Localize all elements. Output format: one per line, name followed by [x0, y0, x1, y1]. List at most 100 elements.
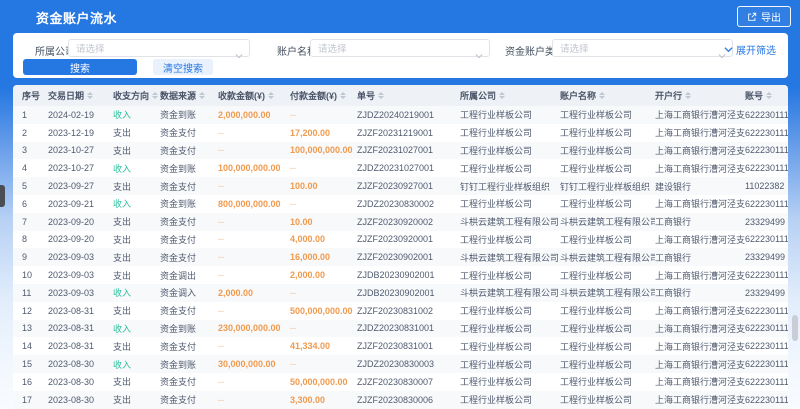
cell-company: 工程行业样板公司	[460, 340, 560, 353]
sort-icon[interactable]	[378, 92, 384, 99]
cell-account-no: 622230111	[745, 323, 788, 333]
cell-payment: 100,000,000.00	[290, 145, 357, 155]
cell-index: 17	[22, 395, 48, 405]
cell-account-name: 工程行业样板公司	[560, 197, 655, 210]
cell-index: 13	[22, 323, 48, 333]
table-row: 122023-08-31支出资金支付--500,000,000.00ZJZF20…	[13, 302, 788, 320]
export-icon	[747, 12, 757, 22]
table-row: 42023-10-27收入资金到账100,000,000.00--ZJDZ202…	[13, 159, 788, 177]
cell-direction: 支出	[113, 144, 160, 157]
sort-icon[interactable]	[268, 92, 274, 99]
cell-account-name: 工程行业样板公司	[560, 340, 655, 353]
cell-date: 2023-09-03	[48, 252, 113, 262]
cell-index: 15	[22, 359, 48, 369]
cell-index: 16	[22, 377, 48, 387]
cell-payment: --	[290, 323, 357, 333]
cell-company: 斗栱云建筑工程有限公司	[460, 215, 560, 228]
expand-filters-link[interactable]: 展开筛选	[724, 42, 776, 57]
col-header-label: 收支方向	[113, 89, 149, 102]
col-header-label: 所属公司	[460, 89, 496, 102]
cell-account-name: 工程行业样板公司	[560, 126, 655, 139]
cell-order-no: ZJZF20230831002	[357, 306, 460, 316]
cell-order-no: ZJZF20230830007	[357, 377, 460, 387]
cell-bank: 上海工商银行漕河泾支行	[655, 358, 745, 371]
col-header-label: 单号	[357, 89, 375, 102]
scrollbar-thumb[interactable]	[792, 315, 798, 341]
cell-index: 1	[22, 110, 48, 120]
cell-bank: 上海工商银行漕河泾支行	[655, 304, 745, 317]
cell-payment: 2,000.00	[290, 270, 357, 280]
col-header-account-name[interactable]: 账户名称	[560, 89, 655, 102]
cell-account-no: 23329499	[745, 252, 788, 262]
cell-income: --	[218, 145, 290, 155]
sort-icon[interactable]	[766, 92, 772, 99]
company-filter-select[interactable]: 请选择	[68, 39, 250, 57]
account-type-filter-select[interactable]: 请选择	[552, 39, 733, 57]
col-header-label: 付款金额(¥)	[290, 89, 337, 102]
cell-bank: 上海工商银行漕河泾支行	[655, 233, 745, 246]
sort-icon[interactable]	[685, 92, 691, 99]
cell-date: 2023-08-30	[48, 377, 113, 387]
clear-search-button[interactable]: 清空搜索	[153, 59, 213, 75]
col-header-direction[interactable]: 收支方向	[113, 89, 160, 102]
cell-date: 2023-09-03	[48, 288, 113, 298]
cell-source: 资金到账	[160, 197, 218, 210]
col-header-source[interactable]: 数据来源	[160, 89, 218, 102]
cell-direction: 收入	[113, 286, 160, 299]
search-button[interactable]: 搜索	[23, 59, 137, 75]
cell-bank: 工商银行	[655, 215, 745, 228]
cell-bank: 工商银行	[655, 251, 745, 264]
cell-source: 资金调出	[160, 269, 218, 282]
table-row: 132023-08-31收入资金到账230,000,000.00--ZJDZ20…	[13, 320, 788, 338]
cell-payment: --	[290, 110, 357, 120]
cell-income: --	[218, 181, 290, 191]
sort-icon[interactable]	[499, 92, 505, 99]
col-header-income[interactable]: 收款金额(¥)	[218, 89, 290, 102]
cell-index: 2	[22, 128, 48, 138]
cell-bank: 建设银行	[655, 180, 745, 193]
cell-order-no: ZJZF20230830006	[357, 395, 460, 405]
export-button[interactable]: 导出	[737, 6, 791, 27]
chevron-down-icon	[235, 46, 243, 64]
cell-company: 工程行业样板公司	[460, 322, 560, 335]
cell-company: 工程行业样板公司	[460, 393, 560, 406]
cell-account-no: 622230111	[745, 145, 788, 155]
cell-account-no: 622230111	[745, 199, 788, 209]
cell-date: 2023-09-03	[48, 270, 113, 280]
col-header-label: 序号	[22, 89, 40, 102]
sort-icon[interactable]	[199, 92, 205, 99]
company-filter-placeholder: 请选择	[76, 41, 105, 55]
col-header-bank[interactable]: 开户行	[655, 89, 745, 102]
cell-payment: --	[290, 163, 357, 173]
cell-date: 2023-08-30	[48, 359, 113, 369]
sort-icon[interactable]	[152, 92, 158, 99]
account-name-filter-select[interactable]: 请选择	[310, 39, 490, 57]
sort-icon[interactable]	[87, 92, 93, 99]
cell-income: --	[218, 270, 290, 280]
cell-source: 资金到账	[160, 108, 218, 121]
cell-source: 资金到账	[160, 358, 218, 371]
col-header-payment[interactable]: 付款金额(¥)	[290, 89, 357, 102]
cell-direction: 收入	[113, 108, 160, 121]
table-row: 112023-09-03收入资金调入2,000.00--ZJDB20230902…	[13, 284, 788, 302]
cell-index: 6	[22, 199, 48, 209]
sort-icon[interactable]	[599, 92, 605, 99]
left-edge-handle[interactable]	[0, 185, 5, 207]
cell-source: 资金支付	[160, 144, 218, 157]
col-header-date[interactable]: 交易日期	[48, 89, 113, 102]
col-header-order-no[interactable]: 单号	[357, 89, 460, 102]
col-header-company[interactable]: 所属公司	[460, 89, 560, 102]
cell-account-no: 622230111	[745, 234, 788, 244]
cell-order-no: ZJZF20230927001	[357, 181, 460, 191]
col-header-account-no[interactable]: 账号	[745, 89, 788, 102]
cell-bank: 上海工商银行漕河泾支行	[655, 269, 745, 282]
cell-index: 9	[22, 252, 48, 262]
table-row: 62023-09-21收入资金到账800,000,000.00--ZJDZ202…	[13, 195, 788, 213]
cell-date: 2023-08-31	[48, 323, 113, 333]
cell-payment: 100.00	[290, 181, 357, 191]
cell-income: 2,000,000.00	[218, 110, 290, 120]
cell-date: 2023-09-20	[48, 234, 113, 244]
cell-date: 2023-10-27	[48, 145, 113, 155]
sort-icon[interactable]	[340, 92, 346, 99]
cell-income: --	[218, 217, 290, 227]
